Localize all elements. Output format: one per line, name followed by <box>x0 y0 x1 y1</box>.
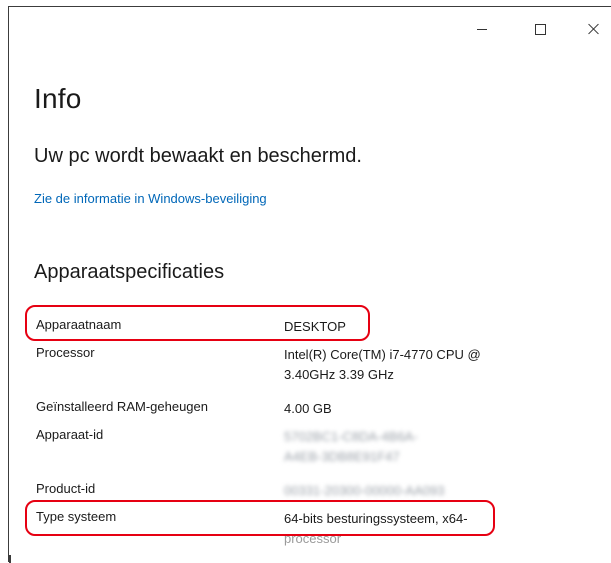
windows-security-link[interactable]: Zie de informatie in Windows-beveiliging <box>34 191 267 206</box>
title-bar <box>9 7 611 51</box>
spec-value-processor-line1: Intel(R) Core(TM) i7-4770 CPU @ <box>284 347 481 362</box>
spec-value-system-type-line1: 64-bits besturingssysteem, x64- <box>284 511 468 526</box>
spec-value-ram: 4.00 GB <box>284 401 332 416</box>
spec-label-system-type: Type systeem <box>36 509 117 524</box>
settings-window: Info Uw pc wordt bewaakt en beschermd. Z… <box>8 6 611 563</box>
spec-value-device-id-blurred: 5702BC1-C8DA-4B6A- A4EB-3DB8E91F47 <box>284 427 564 467</box>
minimize-button[interactable] <box>459 7 505 51</box>
spec-label-device-name: Apparaatnaam <box>36 317 122 332</box>
spec-value-device-id-line1: 5702BC1-C8DA-4B6A- <box>284 429 418 444</box>
close-icon <box>588 23 600 35</box>
spec-value-device-id-line2: A4EB-3DB8E91F47 <box>284 449 400 464</box>
minimize-icon <box>477 28 487 30</box>
page-title: Info <box>34 83 82 114</box>
maximize-button[interactable] <box>517 7 563 51</box>
spec-label-product-id: Product-id <box>36 481 96 496</box>
spec-label-ram: Geïnstalleerd RAM-geheugen <box>36 399 208 414</box>
close-button[interactable] <box>571 7 611 51</box>
spec-value-product-id-blurred: 00331-20300-00000-AA093 <box>284 483 445 498</box>
maximize-icon <box>534 23 546 35</box>
spec-value-device-name: DESKTOP <box>284 319 346 334</box>
spec-value-system-type-line2: processor <box>284 531 342 546</box>
spec-value-processor: Intel(R) Core(TM) i7-4770 CPU @ 3.40GHz … <box>284 345 564 385</box>
spec-value-processor-line2: 3.40GHz 3.39 GHz <box>284 367 394 382</box>
spec-value-system-type: 64-bits besturingssysteem, x64- processo… <box>284 509 564 549</box>
spec-label-processor: Processor <box>36 345 95 360</box>
protection-status-text: Uw pc wordt bewaakt en beschermd. <box>34 145 362 167</box>
spec-label-device-id: Apparaat-id <box>36 427 104 442</box>
device-specs-heading: Apparaatspecificaties <box>34 261 225 283</box>
